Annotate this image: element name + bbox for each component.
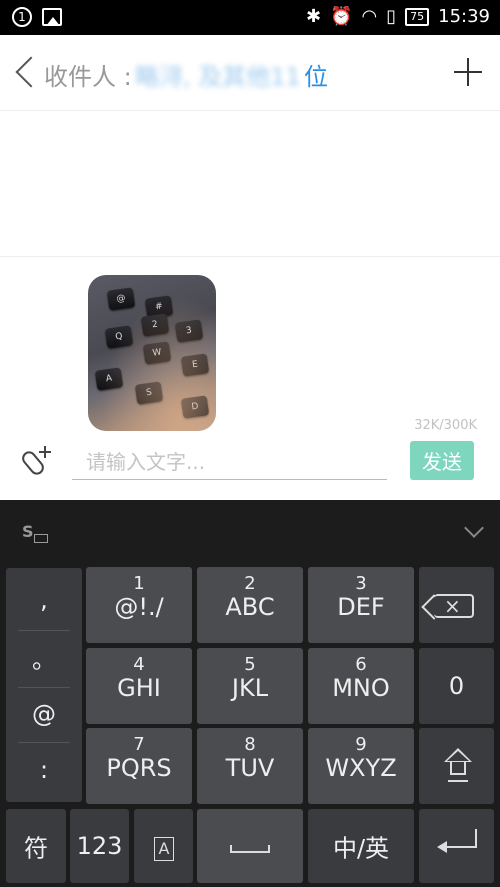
key-letters: TUV [225,754,275,782]
symbols-key-label: 符 [24,834,48,863]
key-8[interactable]: 8 TUV [197,728,303,804]
keyboard-toolbar: S [0,500,500,562]
key-3[interactable]: 3 DEF [308,567,414,643]
sim-icon: ▯ [386,6,397,27]
symbol-column: , 。 @ : [6,568,82,802]
key-letters: GHI [117,674,161,702]
recipient-names[interactable]: 略浔, 及其他11 [135,57,301,92]
key-4[interactable]: 4 GHI [86,648,192,724]
backspace-icon [434,594,474,618]
attached-image-thumbnail[interactable]: @ # 2 3 Q W E A S D [88,275,216,431]
compose-area: @ # 2 3 Q W E A S D 32K/300K 发送 [0,258,500,500]
language-switch-key[interactable]: 中/英 [308,809,414,883]
space-icon [230,845,270,853]
symbol-key-at[interactable]: @ [6,686,82,742]
key-number: 2 [244,573,256,594]
symbol-key-colon[interactable]: : [6,742,82,798]
thumbnail-glow [88,275,216,431]
enter-icon [437,837,477,857]
numbers-key[interactable]: 123 [70,809,129,883]
attachment-size-label: 32K/300K [414,418,477,433]
key-number: 3 [355,573,367,594]
bluetooth-icon: ✱ [305,6,322,27]
message-input[interactable] [72,444,387,480]
key-letters: JKL [231,674,269,702]
key-number: 8 [244,734,256,755]
key-number: 6 [355,654,367,675]
key-number: 5 [244,654,256,675]
notification-count-icon: 1 [12,7,32,27]
key-2[interactable]: 2 ABC [197,567,303,643]
chevron-down-icon[interactable] [466,524,482,540]
alarm-icon: ⏰ [330,6,353,27]
key-zero-label: 0 [448,672,465,700]
key-number: 7 [133,734,145,755]
shift-key[interactable] [419,728,494,804]
key-letters: WXYZ [325,754,397,782]
enter-icon-stem [475,829,477,847]
key-letters: PQRS [106,754,172,782]
key-number: 9 [355,734,367,755]
send-button[interactable]: 发送 [410,441,474,480]
backspace-key[interactable] [419,567,494,643]
message-area [0,111,500,257]
key-letters: DEF [337,593,385,621]
symbol-key-comma[interactable]: , [6,572,82,628]
shift-icon [440,748,476,788]
image-notification-icon [42,8,62,26]
key-6[interactable]: 6 MNO [308,648,414,724]
battery-icon: 75 [405,8,430,26]
status-bar: 1 ✱ ⏰ ◠ ▯ 75 15:39 [0,0,500,35]
key-1[interactable]: 1 @!./ [86,567,192,643]
sogou-logo-icon[interactable]: S [22,522,50,544]
key-7[interactable]: 7 PQRS [86,728,192,804]
symbols-key[interactable]: 符 [6,809,66,883]
attachment-add-icon[interactable] [19,444,54,478]
keyboard: , 。 @ : 1 @!./ 2 ABC 3 DEF 4 GHI 5 JKL 6… [0,562,500,887]
key-letters: @!./ [114,593,164,621]
enter-key[interactable] [419,809,494,883]
wifi-icon: ◠ [361,6,378,27]
add-recipient-icon[interactable] [450,54,486,90]
key-9[interactable]: 9 WXYZ [308,728,414,804]
status-time: 15:39 [438,6,490,27]
letter-a-icon: A [154,837,174,861]
recipient-count-suffix[interactable]: 位 [304,57,328,92]
plus-horizontal [39,451,51,453]
key-letters: MNO [332,674,390,702]
keyboard-layout-key[interactable]: A [134,809,193,883]
back-icon[interactable] [12,55,40,91]
divider [18,630,70,631]
numbers-key-label: 123 [76,832,123,860]
symbol-key-period[interactable]: 。 [6,632,82,688]
language-switch-label: 中/英 [332,834,390,863]
key-letters: ABC [225,593,275,621]
recipient-label: 收件人 : [44,63,132,91]
compose-header: 收件人 : 略浔, 及其他11 位 [0,35,500,111]
key-number: 1 [133,573,145,594]
key-number: 4 [133,654,145,675]
key-0[interactable]: 0 [419,648,494,724]
key-5[interactable]: 5 JKL [197,648,303,724]
space-key[interactable] [197,809,303,883]
